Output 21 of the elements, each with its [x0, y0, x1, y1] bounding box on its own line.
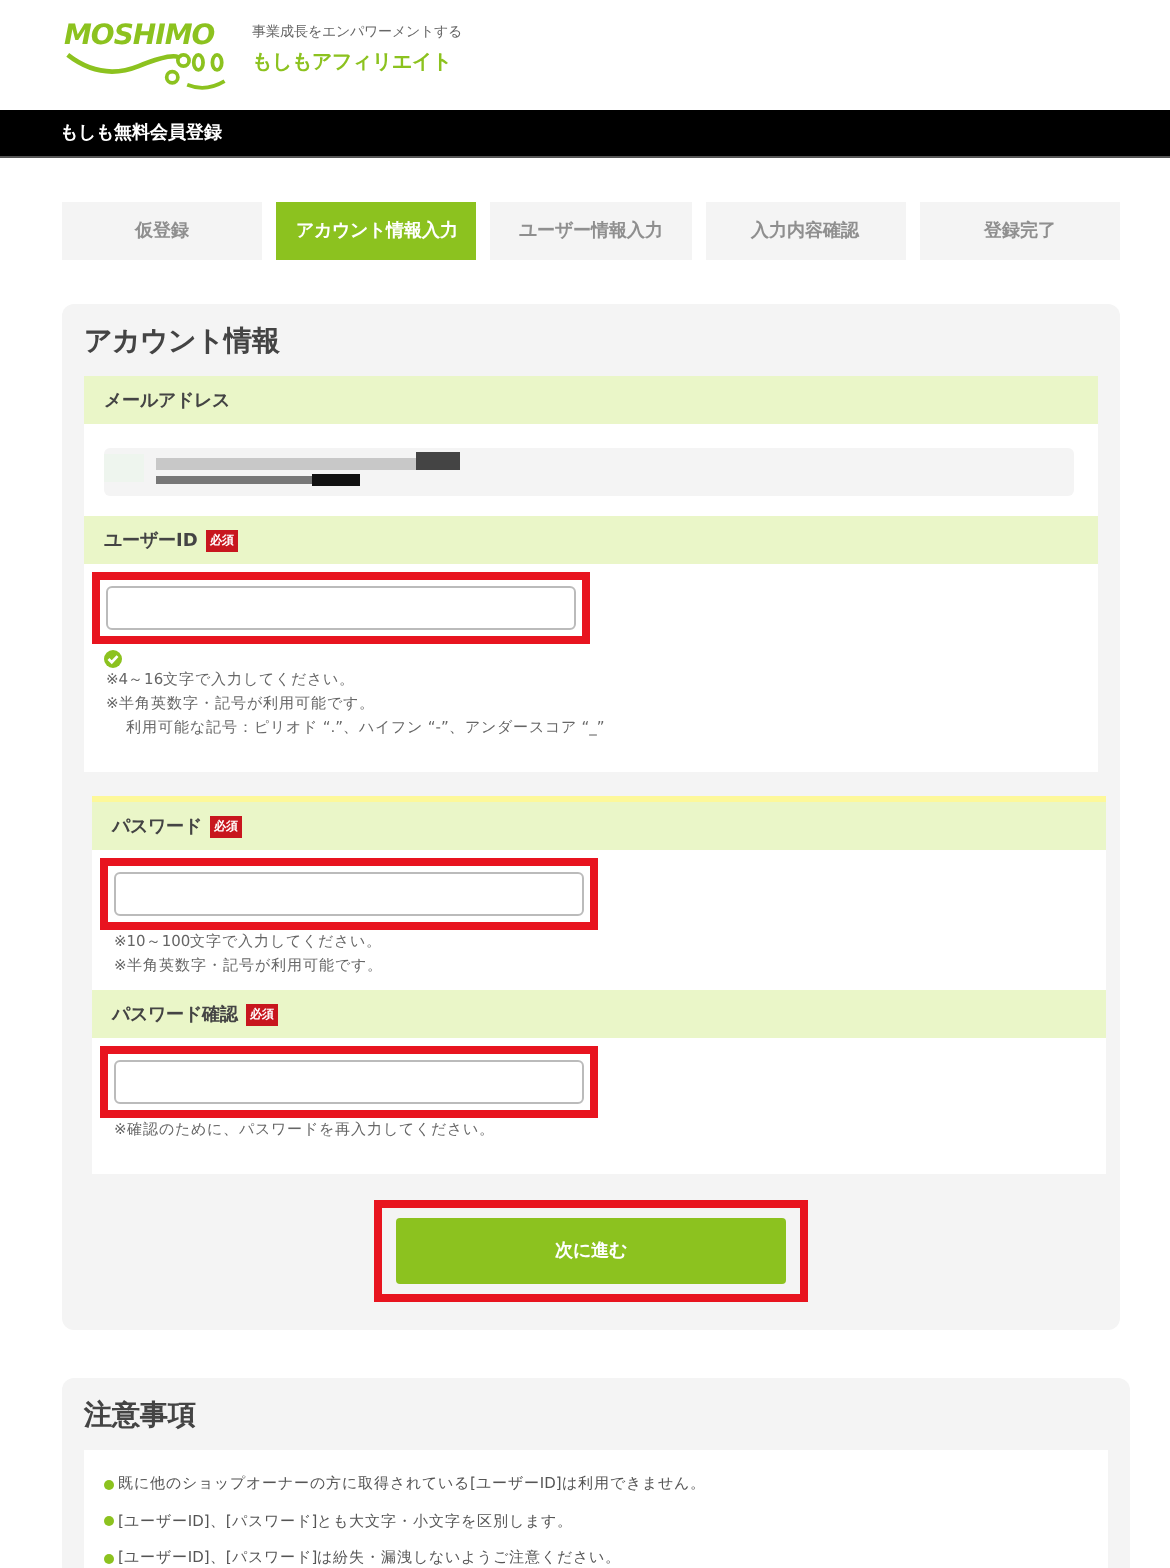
text-input[interactable]: [114, 1060, 584, 1104]
field-label: ユーザーID: [104, 529, 198, 553]
progress-step: アカウント情報入力: [276, 202, 477, 260]
field-label: パスワード確認: [112, 1003, 238, 1027]
section-title: アカウント情報: [84, 324, 282, 362]
brand-name: もしもアフィリエイト: [252, 50, 454, 76]
bullet-icon: [104, 1516, 114, 1527]
bullet-icon: [104, 1553, 114, 1564]
progress-step: 仮登録: [62, 202, 263, 260]
logo: MOSHIMO: [60, 15, 236, 95]
bullet-icon: [104, 1479, 114, 1490]
text-input[interactable]: [114, 872, 584, 916]
section-title: 注意事項: [84, 1397, 198, 1436]
next-button[interactable]: 次に進む: [396, 1218, 786, 1284]
field-label: パスワード: [112, 815, 202, 839]
progress-step: 登録完了: [919, 202, 1121, 260]
page-title: もしも無料会員登録: [60, 120, 222, 146]
progress-step: ユーザー情報入力: [490, 202, 692, 260]
text-input[interactable]: [106, 586, 576, 630]
field-label: メールアドレス: [104, 389, 230, 413]
progress-step: 入力内容確認: [705, 202, 906, 260]
